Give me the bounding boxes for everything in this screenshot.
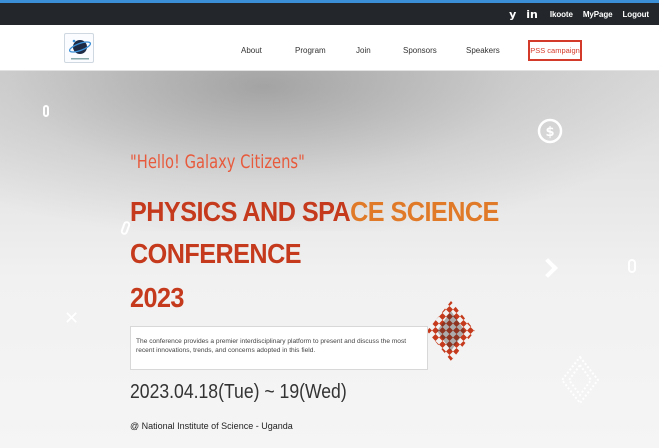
mypage-link[interactable]: MyPage <box>583 10 613 19</box>
logout-link[interactable]: Logout <box>623 10 650 19</box>
nav-join[interactable]: Join <box>356 46 371 55</box>
close-shape-icon: ✕ <box>64 308 80 329</box>
top-bar: y in Ikoote MyPage Logout <box>0 0 659 25</box>
conference-description: The conference provides a premier interd… <box>130 326 428 370</box>
conference-logo[interactable] <box>64 33 94 63</box>
conference-title-line1: PHYSICS AND SPACE SCIENCE <box>130 196 499 227</box>
description-line: recent innovations, trends, and concerns… <box>136 347 316 354</box>
main-navbar: About Program Join Sponsors Speakers PSS… <box>0 25 659 71</box>
conference-title-line2: CONFERENCE <box>130 238 302 269</box>
hero-section: $ ✕ "Hello! Galaxy Citizens" PHYSICS AND… <box>0 71 659 448</box>
conference-venue: @ National Institute of Science - Uganda <box>130 421 293 431</box>
link-shape-icon <box>43 105 49 117</box>
twitter-icon[interactable]: y <box>509 8 516 21</box>
description-line: The conference provides a premier interd… <box>136 338 407 345</box>
pss-campaign-button[interactable]: PSS campaign <box>528 40 582 61</box>
svg-text:$: $ <box>545 125 554 140</box>
user-name-link[interactable]: Ikoote <box>550 10 573 19</box>
nav-program[interactable]: Program <box>295 46 326 55</box>
arrow-shape-icon <box>538 258 558 278</box>
nav-sponsors[interactable]: Sponsors <box>403 46 437 55</box>
linkedin-icon[interactable]: in <box>526 8 538 21</box>
dollar-circle-icon: $ <box>537 118 563 149</box>
hero-tagline: "Hello! Galaxy Citizens" <box>130 151 305 173</box>
conference-date: 2023.04.18(Tue) ~ 19(Wed) <box>130 381 347 403</box>
link-shape-icon <box>628 259 636 273</box>
nav-speakers[interactable]: Speakers <box>466 46 500 55</box>
diamond-pattern-icon <box>425 299 477 368</box>
conference-year: 2023 <box>130 282 184 313</box>
nav-about[interactable]: About <box>241 46 262 55</box>
diamond-pattern-icon <box>560 355 600 409</box>
